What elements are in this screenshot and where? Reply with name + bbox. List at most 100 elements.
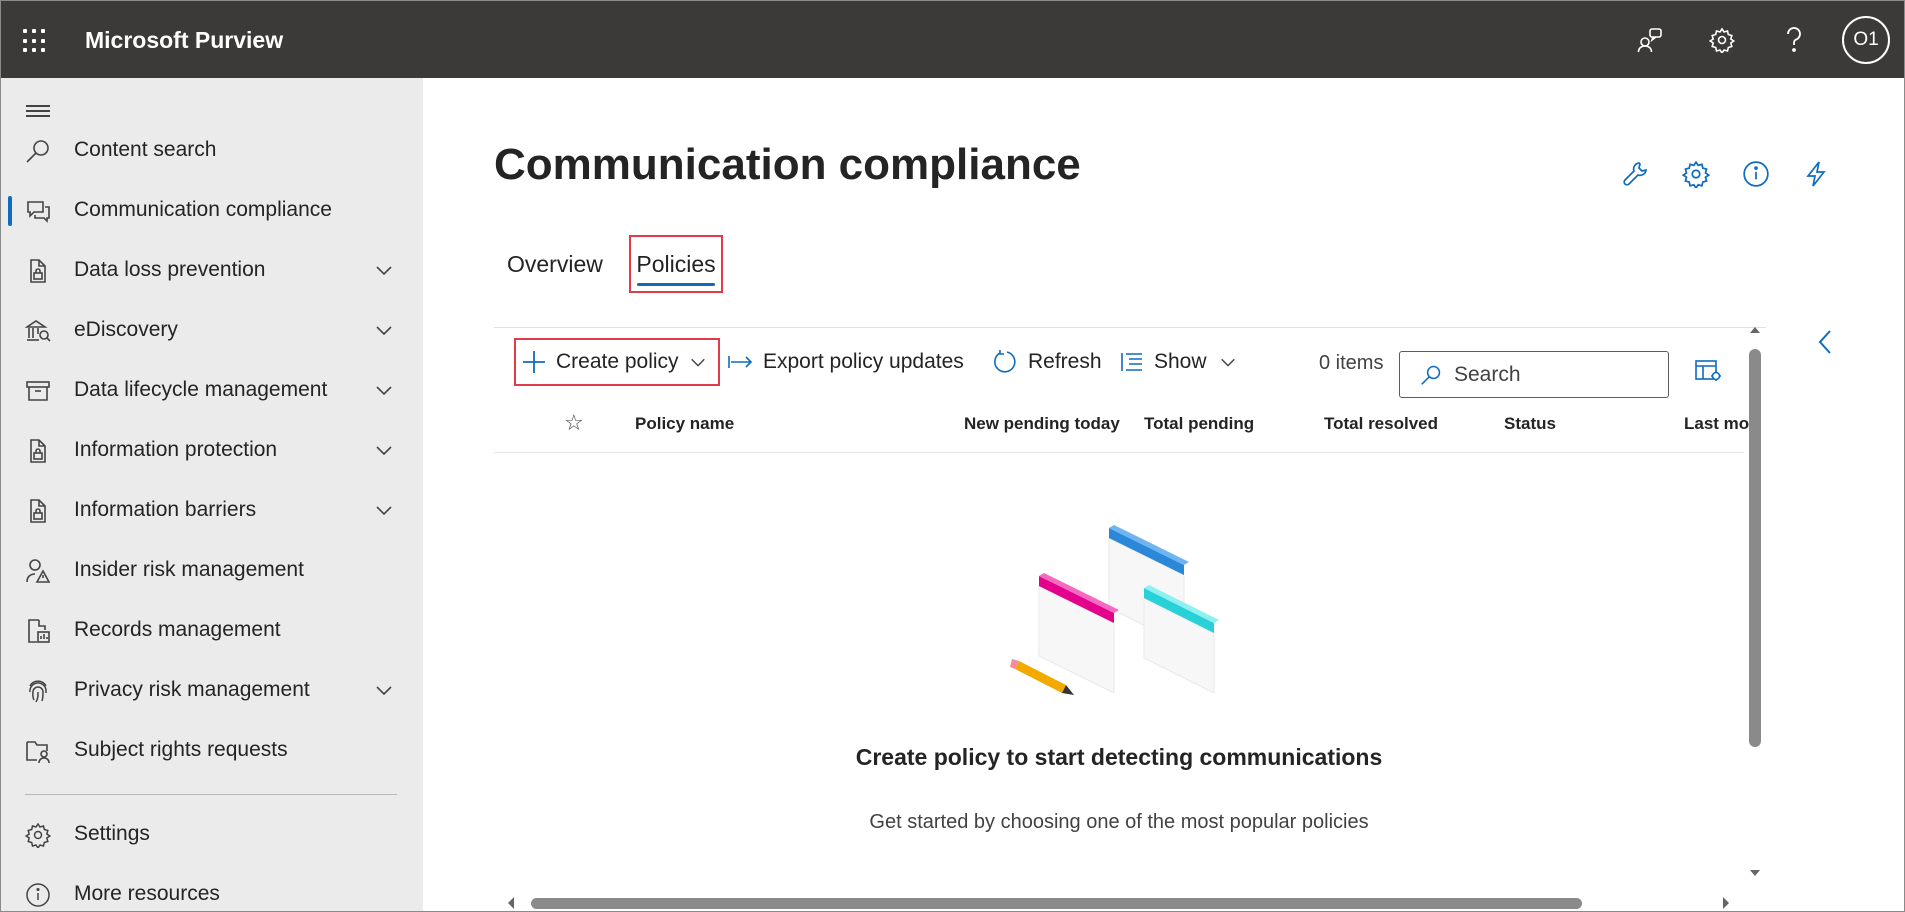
sidebar-item-insider-risk-management[interactable]: Insider risk management [1,542,423,598]
sidebar-item-records-management[interactable]: Records management [1,602,423,658]
chevron-down-icon[interactable] [374,320,394,340]
column-header-status[interactable]: Status [1504,414,1556,434]
search-icon [1421,365,1441,385]
hamburger-menu-icon[interactable] [26,103,50,119]
lock-doc-icon [30,439,46,463]
command-bar: Create policy Export policy updates Refr… [494,338,1744,398]
refresh-button[interactable]: Refresh [992,338,1102,386]
sidebar-item-label: eDiscovery [74,318,178,341]
sidebar-item-label: Settings [74,822,150,845]
gear-icon[interactable] [1686,1,1758,78]
items-count: 0 items [1319,352,1384,374]
horizontal-scrollbar[interactable] [501,894,1741,911]
chevron-down-icon[interactable] [374,680,394,700]
favorite-star-icon[interactable]: ☆ [564,410,584,436]
sidebar-item-ediscovery[interactable]: eDiscovery [1,302,423,358]
chevron-down-icon[interactable] [374,380,394,400]
create-policy-label: Create policy [556,350,679,373]
chevron-down-icon[interactable] [374,500,394,520]
search-box[interactable] [1399,351,1669,398]
scroll-up-arrow-icon[interactable] [1750,325,1760,335]
bank-icon [25,320,51,342]
app-title[interactable]: Microsoft Purview [85,27,283,54]
column-header-last-modified[interactable]: Last mo [1684,414,1749,434]
show-button[interactable]: Show [1120,338,1237,386]
sidebar-item-more-resources[interactable]: More resources [1,866,423,911]
table-header: ☆ Policy name New pending today Total pe… [494,398,1749,453]
folder-person-icon [26,741,50,764]
lightning-icon[interactable] [1786,156,1846,192]
help-icon[interactable] [1758,1,1830,78]
customize-columns-icon[interactable] [1691,354,1725,388]
empty-state: Create policy to start detecting communi… [494,513,1744,911]
export-policy-updates-label: Export policy updates [763,350,964,373]
scroll-left-arrow-icon[interactable] [506,897,516,909]
search-icon [26,140,49,163]
wrench-icon[interactable] [1606,156,1666,192]
sidebar-item-label: More resources [74,882,220,905]
avatar[interactable]: O1 [1842,15,1890,64]
active-indicator [8,196,12,226]
info-icon[interactable] [1726,156,1786,192]
sidebar-item-label: Communication compliance [74,198,332,221]
archive-icon [26,381,50,401]
fingerprint-icon [29,680,47,703]
collapse-pane-chevron-left-icon[interactable] [1805,322,1845,362]
scroll-right-arrow-icon[interactable] [1721,897,1731,909]
chevron-down-icon[interactable] [374,260,394,280]
sidebar-item-data-lifecycle-management[interactable]: Data lifecycle management [1,362,423,418]
sidebar-item-subject-rights-requests[interactable]: Subject rights requests [1,722,423,778]
plus-icon [523,351,545,373]
sidebar-item-information-protection[interactable]: Information protection [1,422,423,478]
sidebar-item-privacy-risk-management[interactable]: Privacy risk management [1,662,423,718]
column-header-new-pending-today[interactable]: New pending today [964,414,1120,434]
sidebar-item-content-search[interactable]: Content search [1,122,423,178]
sidebar-item-settings[interactable]: Settings [1,806,423,862]
search-input[interactable] [1454,362,1654,387]
sidebar-item-label: Content search [74,138,217,161]
chat-icon [27,201,50,223]
tab-policies[interactable]: Policies [629,235,723,293]
list-icon [1121,353,1142,371]
vertical-scroll-thumb[interactable] [1749,349,1761,747]
sidebar-item-label: Information protection [74,438,278,461]
policies-panel: Create policy Export policy updates Refr… [494,327,1766,911]
top-bar: Microsoft Purview O1 [1,1,1904,78]
column-header-policy-name[interactable]: Policy name [635,414,734,434]
sidebar-item-label: Subject rights requests [74,738,288,761]
tab-selected-underline [637,283,715,286]
lock-doc-icon [30,259,46,283]
column-header-total-pending[interactable]: Total pending [1144,414,1254,434]
column-header-total-resolved[interactable]: Total resolved [1324,414,1438,434]
sidebar: Content search Communication compliance … [1,78,423,911]
lock-doc-icon [30,499,46,523]
sidebar-item-label: Insider risk management [74,558,304,581]
page-title: Communication compliance [494,140,1081,189]
community-icon[interactable] [1614,1,1686,78]
sidebar-item-label: Data loss prevention [74,258,266,281]
tab-overview[interactable]: Overview [507,235,603,293]
refresh-icon [994,350,1016,373]
create-policy-button[interactable]: Create policy [514,338,720,386]
app-window: Microsoft Purview O1 Content search Comm… [0,0,1905,912]
chevron-down-icon [1220,358,1235,367]
header-actions [1606,156,1846,192]
info-icon [26,883,50,907]
vertical-scrollbar[interactable] [1746,323,1764,883]
scroll-down-arrow-icon[interactable] [1750,868,1760,878]
export-icon [728,356,753,368]
sidebar-item-data-loss-prevention[interactable]: Data loss prevention [1,242,423,298]
refresh-label: Refresh [1028,350,1102,373]
horizontal-scroll-thumb[interactable] [531,898,1582,909]
empty-state-title: Create policy to start detecting communi… [855,744,1383,770]
app-launcher-icon[interactable] [23,29,47,53]
empty-state-illustration [1010,525,1219,695]
sidebar-item-information-barriers[interactable]: Information barriers [1,482,423,538]
sidebar-divider [25,794,397,795]
chevron-down-icon[interactable] [374,440,394,460]
chevron-down-icon [690,358,705,367]
gear-icon[interactable] [1666,156,1726,192]
sidebar-item-communication-compliance[interactable]: Communication compliance [1,182,423,238]
top-bar-actions: O1 [1614,1,1904,78]
export-policy-updates-button[interactable]: Export policy updates [727,338,964,386]
